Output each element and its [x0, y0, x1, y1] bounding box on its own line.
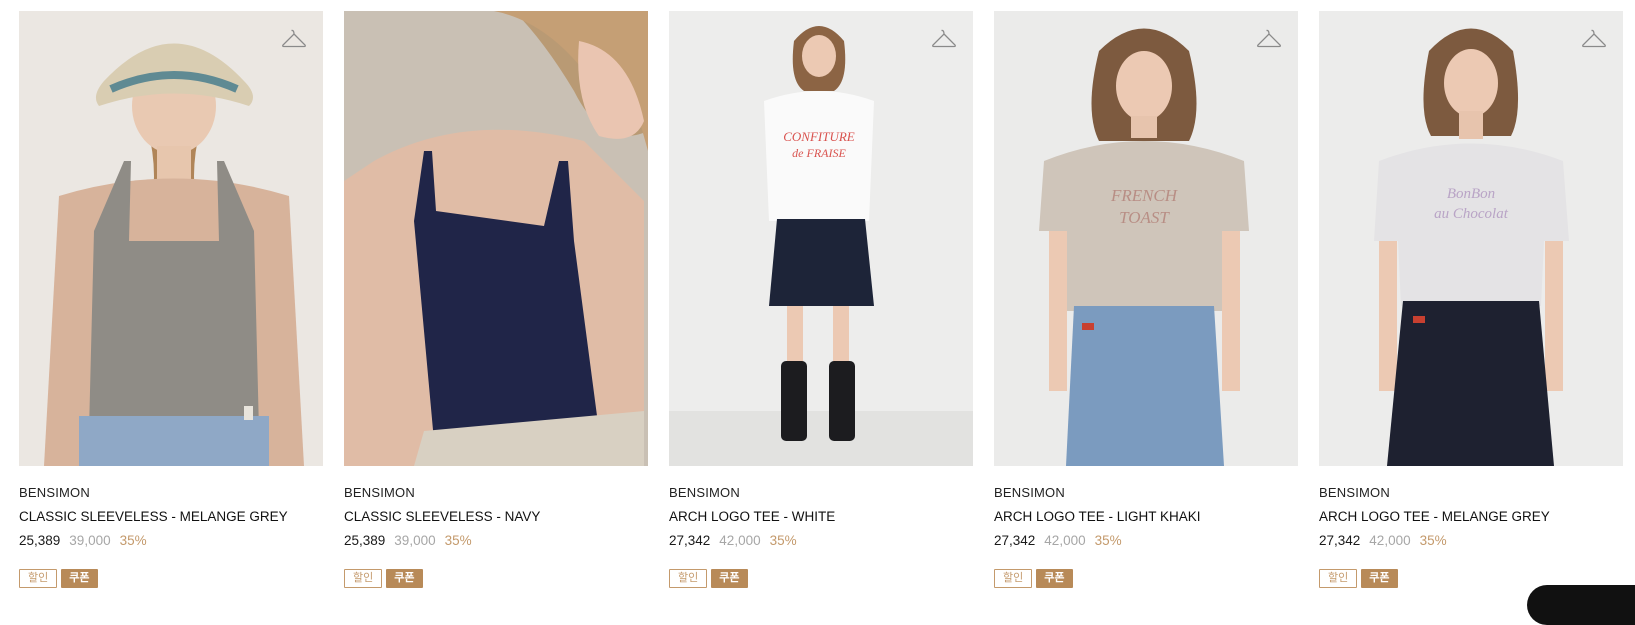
- sale-price: 25,389: [19, 533, 61, 548]
- sale-price: 27,342: [994, 533, 1036, 548]
- product-photo: [344, 11, 648, 466]
- discount-rate: 35%: [769, 533, 797, 548]
- product-name[interactable]: ARCH LOGO TEE - WHITE: [669, 509, 973, 526]
- discount-badge: 할인: [19, 569, 58, 588]
- product-image[interactable]: BonBon au Chocolat: [1319, 11, 1623, 466]
- price-row: 27,342 42,000 35%: [994, 533, 1298, 551]
- product-photo: BonBon au Chocolat: [1319, 11, 1623, 466]
- product-name[interactable]: CLASSIC SLEEVELESS - MELANGE GREY: [19, 509, 323, 526]
- brand-name: BENSIMON: [994, 485, 1065, 500]
- discount-rate: 35%: [444, 533, 472, 548]
- sale-price: 25,389: [344, 533, 386, 548]
- svg-text:TOAST: TOAST: [1119, 208, 1170, 227]
- product-photo: [19, 11, 323, 466]
- hanger-icon[interactable]: [931, 28, 957, 50]
- price-row: 25,389 39,000 35%: [19, 533, 323, 551]
- product-image[interactable]: [344, 11, 648, 466]
- discount-rate: 35%: [1094, 533, 1122, 548]
- brand-name: BENSIMON: [344, 485, 415, 500]
- brand-name: BENSIMON: [669, 485, 740, 500]
- discount-rate: 35%: [119, 533, 147, 548]
- svg-text:BonBon: BonBon: [1447, 186, 1495, 202]
- product-image[interactable]: FRENCH TOAST: [994, 11, 1298, 466]
- discount-badge: 할인: [669, 569, 708, 588]
- product-card[interactable]: FRENCH TOAST BENSIMON ARCH LOGO TEE - LI…: [994, 11, 1298, 588]
- product-card[interactable]: BENSIMON CLASSIC SLEEVELESS - NAVY 25,38…: [344, 11, 648, 588]
- coupon-badge: 쿠폰: [61, 569, 98, 588]
- badge-group: 할인 쿠폰: [669, 569, 973, 588]
- sale-price: 27,342: [669, 533, 711, 548]
- discount-badge: 할인: [994, 569, 1033, 588]
- product-name[interactable]: ARCH LOGO TEE - MELANGE GREY: [1319, 509, 1623, 526]
- svg-text:CONFITURE: CONFITURE: [783, 129, 855, 144]
- product-name[interactable]: ARCH LOGO TEE - LIGHT KHAKI: [994, 509, 1298, 526]
- price-row: 27,342 42,000 35%: [1319, 533, 1623, 551]
- badge-group: 할인 쿠폰: [344, 569, 648, 588]
- discount-badge: 할인: [344, 569, 383, 588]
- svg-text:au Chocolat: au Chocolat: [1434, 206, 1509, 222]
- discount-badge: 할인: [1319, 569, 1358, 588]
- product-card[interactable]: BENSIMON CLASSIC SLEEVELESS - MELANGE GR…: [19, 11, 323, 588]
- original-price: 39,000: [69, 533, 111, 548]
- coupon-badge: 쿠폰: [1036, 569, 1073, 588]
- floating-chat-button[interactable]: [1527, 585, 1635, 625]
- coupon-badge: 쿠폰: [711, 569, 748, 588]
- price-row: 25,389 39,000 35%: [344, 533, 648, 551]
- product-photo: CONFITURE de FRAISE: [669, 11, 973, 466]
- sale-price: 27,342: [1319, 533, 1361, 548]
- product-card[interactable]: CONFITURE de FRAISE BENSIMON ARCH LOGO T…: [669, 11, 973, 588]
- product-grid: BENSIMON CLASSIC SLEEVELESS - MELANGE GR…: [19, 11, 1623, 588]
- product-name[interactable]: CLASSIC SLEEVELESS - NAVY: [344, 509, 648, 526]
- original-price: 42,000: [1369, 533, 1411, 548]
- coupon-badge: 쿠폰: [386, 569, 423, 588]
- discount-rate: 35%: [1419, 533, 1447, 548]
- svg-text:FRENCH: FRENCH: [1110, 186, 1179, 205]
- product-image[interactable]: [19, 11, 323, 466]
- brand-name: BENSIMON: [1319, 485, 1390, 500]
- original-price: 42,000: [1044, 533, 1086, 548]
- product-card[interactable]: BonBon au Chocolat BENSIMON ARCH LOGO TE…: [1319, 11, 1623, 588]
- svg-text:de FRAISE: de FRAISE: [792, 146, 846, 160]
- hanger-icon[interactable]: [281, 28, 307, 50]
- badge-group: 할인 쿠폰: [994, 569, 1298, 588]
- coupon-badge: 쿠폰: [1361, 569, 1398, 588]
- brand-name: BENSIMON: [19, 485, 90, 500]
- original-price: 39,000: [394, 533, 436, 548]
- badge-group: 할인 쿠폰: [19, 569, 323, 588]
- hanger-icon[interactable]: [1581, 28, 1607, 50]
- product-photo: FRENCH TOAST: [994, 11, 1298, 466]
- original-price: 42,000: [719, 533, 761, 548]
- hanger-icon[interactable]: [1256, 28, 1282, 50]
- price-row: 27,342 42,000 35%: [669, 533, 973, 551]
- product-image[interactable]: CONFITURE de FRAISE: [669, 11, 973, 466]
